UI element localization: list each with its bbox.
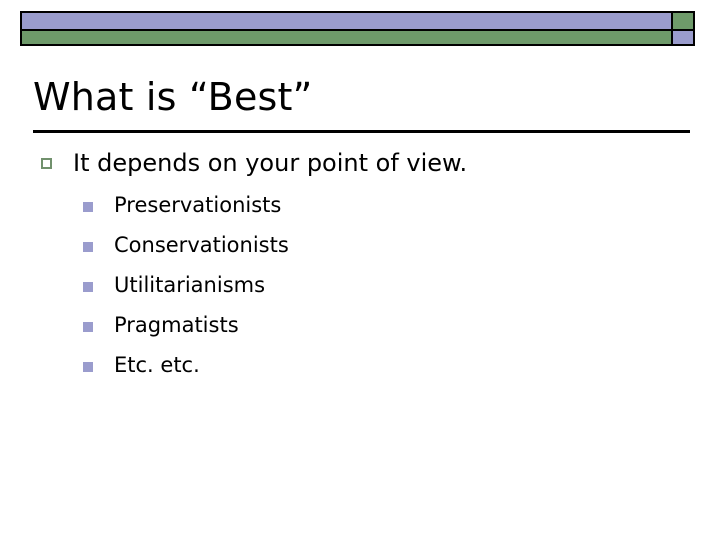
purple-bar [22, 13, 671, 29]
level2-bullet-label: Preservationists [114, 193, 282, 217]
title-underline-rule [33, 130, 690, 133]
slide-title: What is “Best” [33, 75, 313, 119]
hollow-square-bullet-icon [41, 158, 52, 169]
level2-bullet-label: Pragmatists [114, 313, 239, 337]
level2-bullet-list: Preservationists Conservationists Utilit… [0, 189, 720, 389]
list-item: Etc. etc. [0, 349, 720, 389]
green-bar [22, 31, 671, 44]
list-item: Conservationists [0, 229, 720, 269]
list-item: Pragmatists [0, 309, 720, 349]
corner-accent-block-purple [671, 31, 693, 44]
filled-square-bullet-icon [83, 362, 93, 372]
header-bar-bottom [20, 30, 695, 46]
corner-accent-block-green [671, 13, 693, 29]
filled-square-bullet-icon [83, 202, 93, 212]
level2-bullet-label: Etc. etc. [114, 353, 200, 377]
level2-bullet-label: Conservationists [114, 233, 289, 257]
list-item: Preservationists [0, 189, 720, 229]
slide-header-decoration [20, 11, 695, 46]
level1-bullet-item: It depends on your point of view. [0, 148, 720, 179]
level1-bullet-label: It depends on your point of view. [73, 149, 468, 177]
filled-square-bullet-icon [83, 242, 93, 252]
level2-bullet-label: Utilitarianisms [114, 273, 266, 297]
filled-square-bullet-icon [83, 282, 93, 292]
list-item: Utilitarianisms [0, 269, 720, 309]
filled-square-bullet-icon [83, 322, 93, 332]
presentation-slide: What is “Best” It depends on your point … [0, 0, 720, 540]
slide-body: It depends on your point of view. Preser… [0, 148, 720, 389]
header-bar-top [20, 11, 695, 30]
